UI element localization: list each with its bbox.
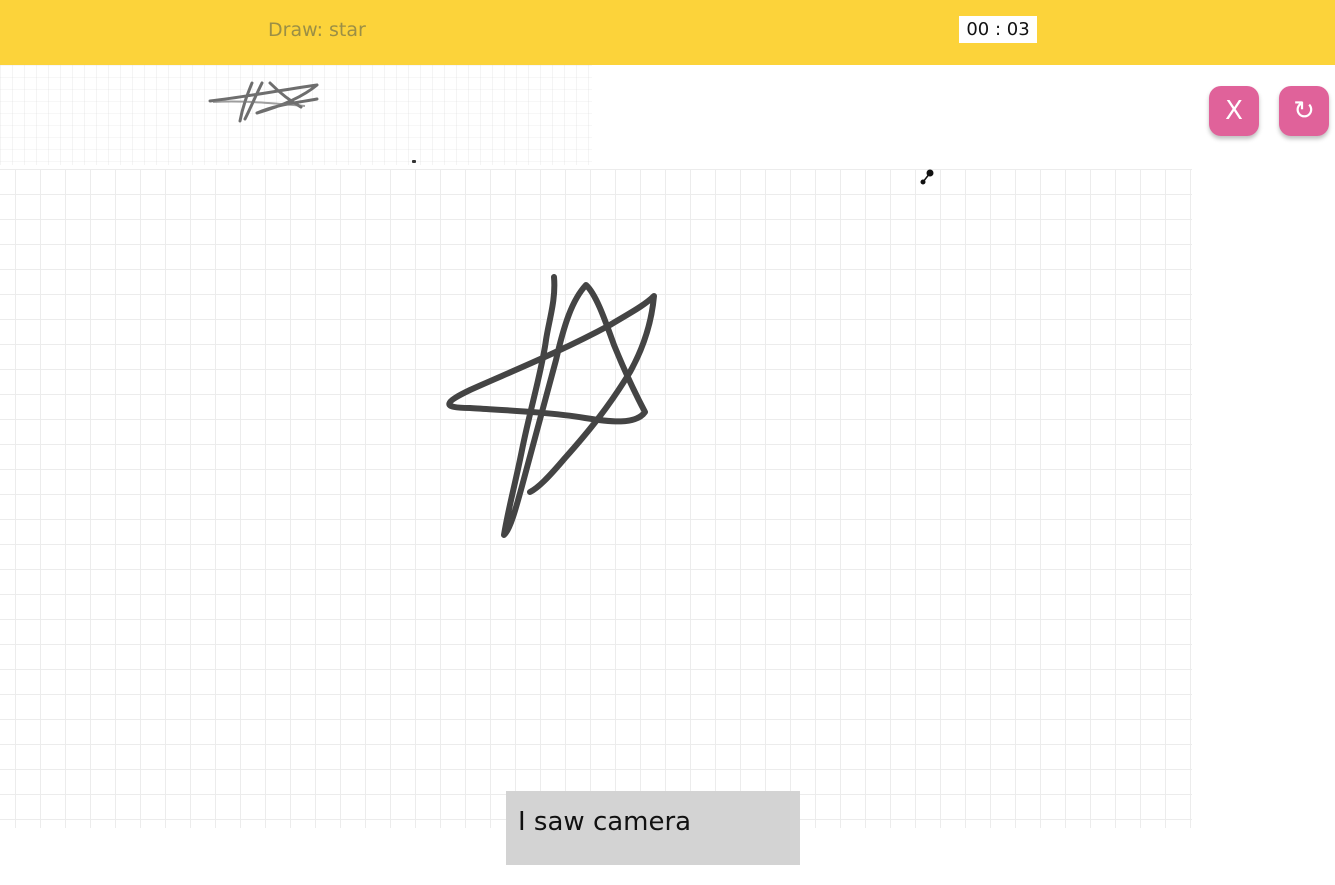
- close-button[interactable]: X: [1209, 86, 1259, 136]
- guess-text: I saw camera: [518, 807, 692, 837]
- top-bar: Draw: star 00 : 03: [0, 0, 1335, 65]
- previous-drawing-thumbnail: [208, 81, 319, 123]
- timer: 00 : 03: [959, 16, 1037, 43]
- reset-icon: ↻: [1293, 96, 1315, 126]
- reset-button[interactable]: ↻: [1279, 86, 1329, 136]
- draw-prompt: Draw: star: [268, 19, 366, 41]
- guess-box: I saw camera: [506, 791, 800, 865]
- close-icon: X: [1225, 96, 1243, 126]
- thumbnail-marker: [412, 160, 416, 163]
- drawing-canvas[interactable]: [0, 169, 1192, 828]
